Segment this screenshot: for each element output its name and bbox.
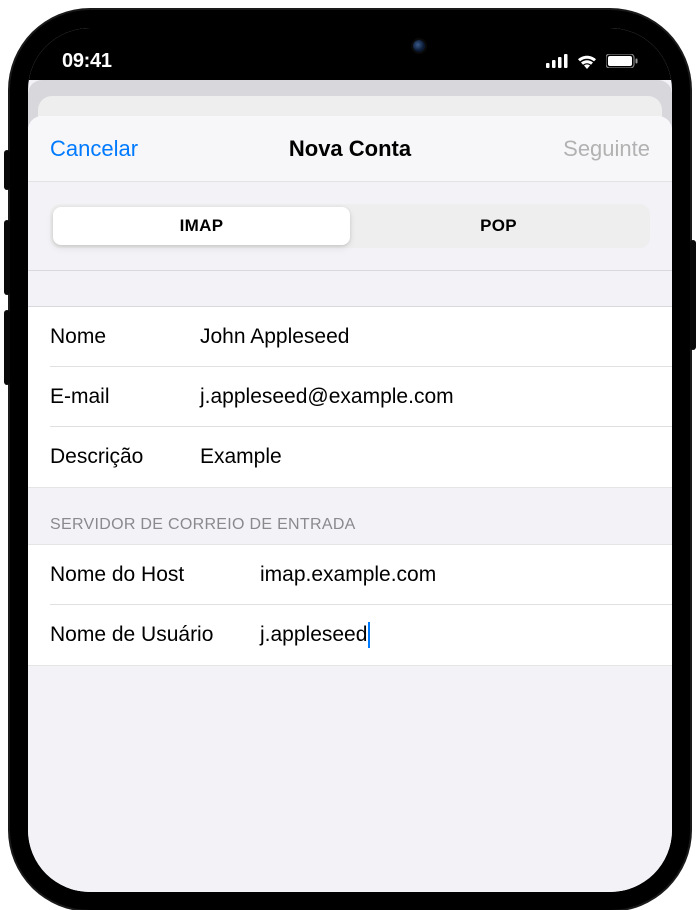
segment-pop[interactable]: POP	[350, 207, 647, 245]
incoming-server-header: SERVIDOR DE CORREIO DE ENTRADA	[28, 488, 672, 544]
segment-imap[interactable]: IMAP	[53, 207, 350, 245]
screen: 09:41 Cancelar Nova Conta Seguinte	[28, 28, 672, 892]
page-title: Nova Conta	[289, 136, 411, 162]
description-field[interactable]: Example	[200, 445, 650, 469]
username-row[interactable]: Nome de Usuário j.appleseed	[28, 605, 672, 665]
phone-frame: 09:41 Cancelar Nova Conta Seguinte	[10, 10, 690, 910]
email-field[interactable]: j.appleseed@example.com	[200, 385, 650, 409]
username-value: j.appleseed	[260, 623, 367, 647]
name-field[interactable]: John Appleseed	[200, 325, 650, 349]
front-camera-icon	[413, 40, 425, 52]
host-row[interactable]: Nome do Host imap.example.com	[28, 545, 672, 605]
cancel-button[interactable]: Cancelar	[50, 136, 138, 162]
cellular-signal-icon	[546, 54, 568, 68]
name-label: Nome	[50, 325, 200, 349]
email-label: E-mail	[50, 385, 200, 409]
status-indicators	[546, 53, 638, 69]
side-button	[4, 150, 10, 190]
text-cursor-icon	[368, 622, 370, 648]
description-label: Descrição	[50, 445, 200, 469]
account-info-group: Nome John Appleseed E-mail j.appleseed@e…	[28, 307, 672, 488]
username-label: Nome de Usuário	[50, 623, 260, 647]
side-button	[690, 240, 696, 350]
email-row[interactable]: E-mail j.appleseed@example.com	[28, 367, 672, 427]
next-button[interactable]: Seguinte	[563, 136, 650, 162]
protocol-selector-container: IMAP POP	[28, 182, 672, 271]
protocol-segmented-control[interactable]: IMAP POP	[50, 204, 650, 248]
wifi-icon	[576, 53, 598, 69]
side-button	[4, 310, 10, 385]
host-field[interactable]: imap.example.com	[260, 563, 650, 587]
description-row[interactable]: Descrição Example	[28, 427, 672, 487]
notch	[220, 28, 480, 64]
username-field[interactable]: j.appleseed	[260, 622, 650, 648]
status-time: 09:41	[62, 50, 112, 73]
spacer	[28, 271, 672, 307]
battery-icon	[606, 54, 638, 68]
host-label: Nome do Host	[50, 563, 260, 587]
side-button	[4, 220, 10, 295]
incoming-server-group: Nome do Host imap.example.com Nome de Us…	[28, 544, 672, 666]
modal-sheet: Cancelar Nova Conta Seguinte IMAP POP No…	[28, 116, 672, 892]
navigation-bar: Cancelar Nova Conta Seguinte	[28, 116, 672, 182]
name-row[interactable]: Nome John Appleseed	[28, 307, 672, 367]
